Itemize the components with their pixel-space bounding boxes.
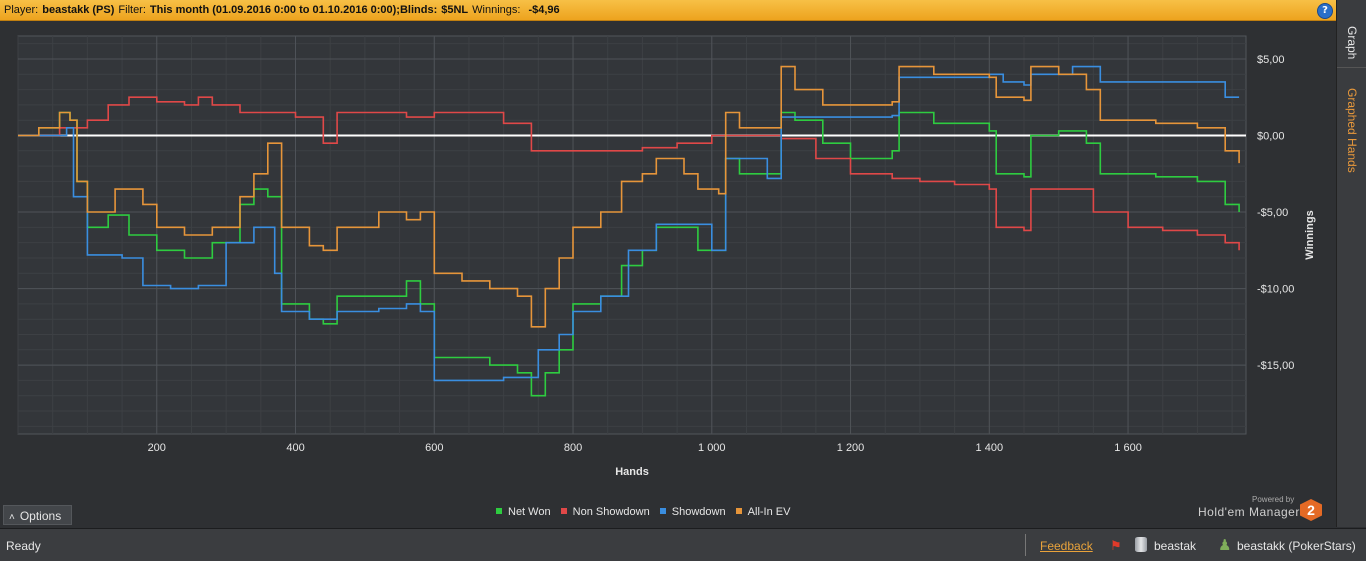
options-button[interactable]: ˄ Options (3, 505, 72, 525)
x-tick-label: 1 600 (1114, 442, 1142, 454)
user-icon: ♟ (1218, 537, 1232, 554)
player-label: Player: (4, 4, 39, 16)
legend-swatch (735, 508, 742, 515)
powered-by-text: Powered by (1252, 495, 1295, 504)
legend-item-net-won[interactable]: Net Won (496, 506, 551, 518)
legend-item-all-in-ev[interactable]: All-In EV (735, 506, 791, 518)
status-divider (1025, 534, 1026, 556)
legend-label: Net Won (508, 506, 551, 518)
filter-value: This month (01.09.2016 0:00 to 01.10.201… (149, 4, 400, 16)
filter-info-bar: Player: beastakk (PS) Filter: This month (0… (0, 0, 1336, 21)
x-axis-label: Hands (615, 466, 649, 478)
y-axis-label: Winnings (1304, 210, 1316, 259)
winnings-value: -$4,96 (528, 4, 560, 16)
options-label: Options (19, 509, 62, 523)
legend-label: Non Showdown (572, 506, 650, 518)
y-tick-label: $5,00 (1257, 54, 1285, 66)
winnings-chart: 200 400 600 800 1 000 1 200 1 400 1 600 $5,00 $0… (0, 21, 1336, 526)
legend-label: Showdown (671, 506, 726, 518)
status-text: Ready (6, 539, 41, 553)
y-tick-label: -$5,00 (1257, 207, 1288, 219)
y-tick-label: -$15,00 (1257, 360, 1294, 372)
chevron-up-icon: ˄ (9, 512, 15, 523)
x-tick-label: 400 (286, 442, 304, 454)
legend-item-non-showdown[interactable]: Non Showdown (560, 506, 650, 518)
player-value: beastakk (PS) (42, 4, 115, 16)
x-tick-label: 800 (564, 442, 582, 454)
help-icon[interactable]: ? (1317, 3, 1333, 19)
tab-graph[interactable]: Graph (1337, 18, 1366, 68)
tab-graphed-hands[interactable]: Graphed Hands (1337, 88, 1366, 198)
player-name[interactable]: beastakk (PokerStars) (1237, 539, 1356, 553)
brand-name: Hold'em Manager (1198, 505, 1300, 519)
flag-icon[interactable]: ⚑ (1110, 538, 1122, 554)
x-tick-label: 200 (148, 442, 166, 454)
brand-logo: Powered by Hold'em Manager 2 (1196, 495, 1326, 523)
legend-swatch (496, 508, 502, 515)
winnings-label: Winnings: (472, 4, 521, 16)
side-tabs: Graph Graphed Hands (1336, 0, 1366, 527)
x-tick-label: 1 200 (837, 442, 865, 454)
database-icon (1135, 537, 1147, 552)
legend-item-showdown[interactable]: Showdown (659, 506, 726, 518)
x-tick-label: 1 400 (976, 442, 1004, 454)
filter-label: Filter: (118, 4, 146, 16)
blinds-label: Blinds: (399, 4, 438, 16)
feedback-link[interactable]: Feedback (1040, 539, 1093, 553)
status-bar: Ready Feedback ⚑ beastak ♟ beastakk (Pok… (0, 528, 1366, 561)
x-tick-label: 600 (425, 442, 443, 454)
legend: Net Won Non Showdown Showdown All-In EV (496, 506, 797, 518)
legend-swatch (659, 508, 666, 515)
y-tick-label: -$10,00 (1257, 284, 1294, 296)
legend-label: All-In EV (747, 506, 791, 518)
hm2-logo-icon: 2 (1300, 499, 1322, 521)
database-name[interactable]: beastak (1154, 539, 1196, 553)
y-tick-label: $0,00 (1257, 131, 1285, 143)
blinds-value: $5NL (441, 4, 469, 16)
legend-swatch (560, 508, 567, 515)
x-tick-label: 1 000 (698, 442, 726, 454)
